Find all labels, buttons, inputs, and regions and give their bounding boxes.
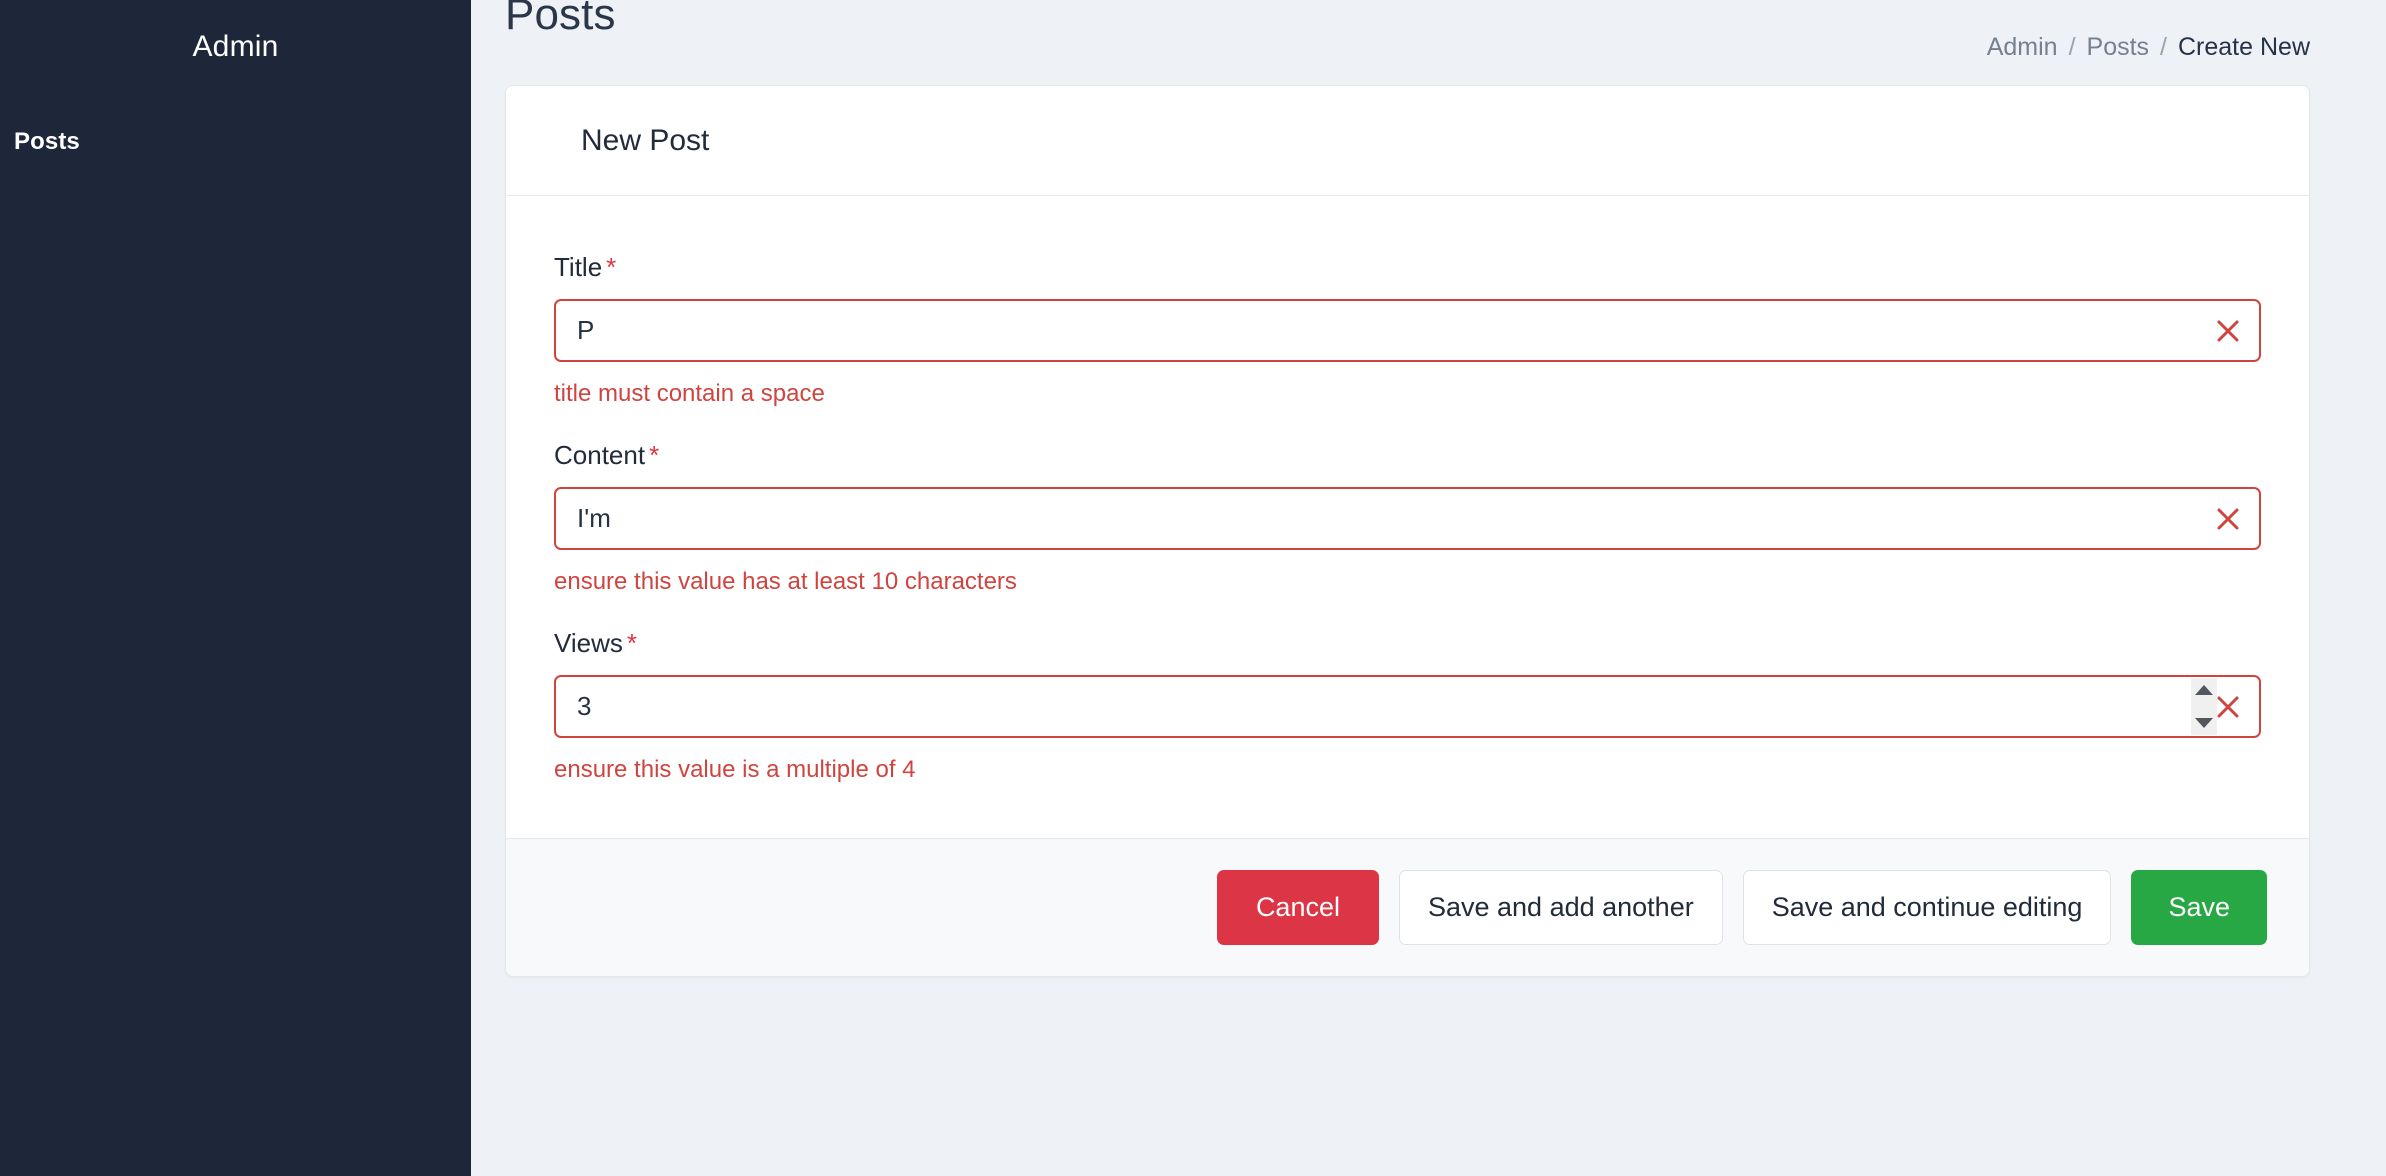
breadcrumb-separator: / bbox=[2068, 33, 2076, 61]
stepper-down-icon[interactable] bbox=[2195, 718, 2213, 728]
card-footer: Cancel Save and add another Save and con… bbox=[506, 838, 2309, 976]
sidebar-brand: Admin bbox=[192, 30, 279, 63]
label-content-text: Content bbox=[554, 440, 646, 470]
required-asterisk: * bbox=[606, 252, 617, 282]
breadcrumb-item-create-new: Create New bbox=[2178, 33, 2310, 61]
sidebar-item-posts[interactable]: Posts bbox=[0, 120, 471, 163]
sidebar-item-label: Posts bbox=[14, 128, 80, 155]
label-views-text: Views bbox=[554, 628, 623, 658]
breadcrumb-item-posts[interactable]: Posts bbox=[2087, 35, 2150, 60]
breadcrumb: Admin / Posts / Create New bbox=[1987, 35, 2310, 66]
breadcrumb-separator: / bbox=[2160, 33, 2167, 61]
error-title: title must contain a space bbox=[554, 380, 825, 407]
cancel-button[interactable]: Cancel bbox=[1216, 870, 1379, 945]
number-stepper[interactable] bbox=[2191, 678, 2217, 735]
sidebar: Admin Posts bbox=[0, 0, 471, 1176]
label-title-text: Title bbox=[554, 252, 603, 282]
page-header: Posts Admin / Posts / Create New bbox=[505, 0, 2310, 66]
save-and-continue-editing-button[interactable]: Save and continue editing bbox=[1742, 870, 2112, 945]
card-body: Title* title must contain a space bbox=[506, 196, 2309, 838]
main-content: Posts Admin / Posts / Create New New Pos… bbox=[471, 0, 2386, 1176]
error-content: ensure this value has at least 10 charac… bbox=[554, 568, 1017, 595]
close-icon[interactable] bbox=[2215, 694, 2241, 720]
label-title: Title * bbox=[554, 254, 2261, 280]
content-input[interactable] bbox=[554, 487, 2261, 550]
input-wrap-title bbox=[554, 299, 2261, 362]
required-asterisk: * bbox=[649, 440, 660, 470]
title-input[interactable] bbox=[554, 299, 2261, 362]
label-content: Content * bbox=[554, 442, 2261, 468]
close-icon[interactable] bbox=[2215, 318, 2241, 344]
error-views: ensure this value is a multiple of 4 bbox=[554, 756, 916, 783]
form-group-title: Title* title must contain a space bbox=[554, 254, 2261, 406]
label-views: Views * bbox=[554, 630, 2261, 656]
required-asterisk: * bbox=[626, 628, 638, 658]
admin-app: Admin Posts Posts Admin / Posts / Create… bbox=[0, 0, 2386, 1176]
breadcrumb-item-admin[interactable]: Admin bbox=[1987, 35, 2058, 60]
new-post-card: New Post Title * P title must contain a … bbox=[505, 85, 2310, 977]
card-header: New Post bbox=[506, 86, 2309, 196]
page-title: Posts bbox=[505, 0, 616, 39]
close-icon[interactable] bbox=[2215, 506, 2241, 532]
form-group-content: Content* ensure this value has at least … bbox=[554, 442, 2261, 594]
stepper-up-icon[interactable] bbox=[2195, 685, 2213, 695]
form-group-views: Views* ensure t bbox=[554, 630, 2261, 782]
input-wrap-views bbox=[554, 675, 2261, 738]
sidebar-nav: Posts bbox=[0, 120, 471, 163]
views-input[interactable] bbox=[554, 675, 2261, 738]
card-title: New Post bbox=[581, 123, 710, 157]
input-wrap-content bbox=[554, 487, 2261, 550]
save-and-add-another-button[interactable]: Save and add another bbox=[1398, 870, 1723, 945]
save-button[interactable]: Save bbox=[2131, 870, 2267, 945]
